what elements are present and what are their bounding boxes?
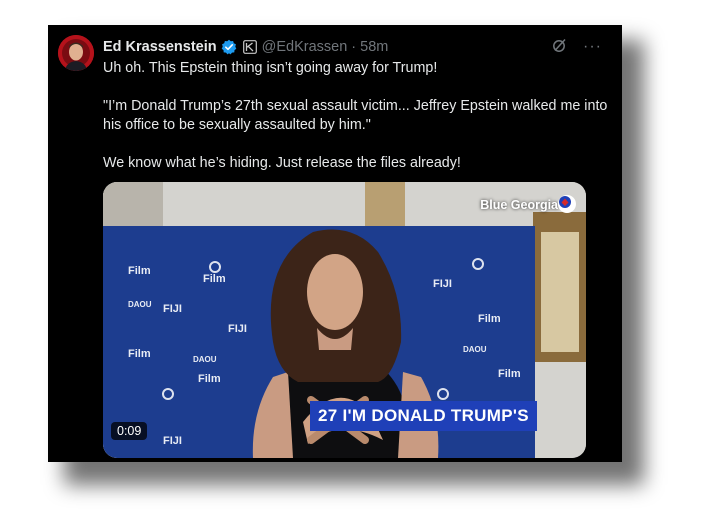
- tweet-line-2: "I’m Donald Trump’s 27th sexual assault …: [103, 98, 608, 133]
- edit-tag-icon: [242, 40, 257, 54]
- tweet-line-1: Uh oh. This Epstein thing isn’t going aw…: [103, 60, 438, 76]
- backdrop-word: DAOU: [128, 300, 152, 309]
- backdrop-word: Film: [498, 368, 521, 380]
- backdrop-word: Film: [203, 273, 226, 285]
- author-name[interactable]: Ed Krassenstein: [103, 39, 217, 55]
- header-actions: ···: [552, 37, 602, 57]
- tweet-header: Ed Krassenstein @EdKrassen · 58m ···: [103, 37, 602, 57]
- backdrop-word: DAOU: [193, 355, 217, 364]
- backdrop-word: Film: [128, 265, 151, 277]
- tweet-text: Uh oh. This Epstein thing isn’t going aw…: [103, 59, 608, 173]
- backdrop-word: FIJI: [228, 323, 247, 335]
- tweet-card[interactable]: Ed Krassenstein @EdKrassen · 58m ··· Uh …: [48, 25, 622, 462]
- backdrop-word: DAOU: [463, 345, 487, 354]
- post-time[interactable]: 58m: [360, 39, 388, 55]
- backdrop-word: Film: [478, 313, 501, 325]
- video-duration: 0:09: [111, 422, 148, 440]
- channel-label: Blue Georgia: [480, 198, 558, 212]
- verified-badge-icon: [221, 39, 237, 55]
- backdrop-word: FIJI: [163, 435, 182, 447]
- video-caption: 27 I'M DONALD TRUMP'S: [310, 401, 537, 431]
- backdrop-word: FIJI: [163, 303, 182, 315]
- video-player[interactable]: Film Film Film Film Film Film FIJI FIJI …: [103, 182, 586, 458]
- grok-icon[interactable]: [552, 38, 567, 57]
- author-handle[interactable]: @EdKrassen: [262, 39, 348, 55]
- backdrop-word: Film: [128, 348, 151, 360]
- separator-dot: ·: [351, 39, 357, 55]
- backdrop-word: Film: [198, 373, 221, 385]
- more-icon[interactable]: ···: [583, 37, 602, 57]
- channel-logo-icon: [558, 195, 576, 213]
- backdrop-word: FIJI: [433, 278, 452, 290]
- tweet-line-3: We know what he’s hiding. Just release t…: [103, 155, 461, 171]
- avatar[interactable]: [58, 35, 94, 71]
